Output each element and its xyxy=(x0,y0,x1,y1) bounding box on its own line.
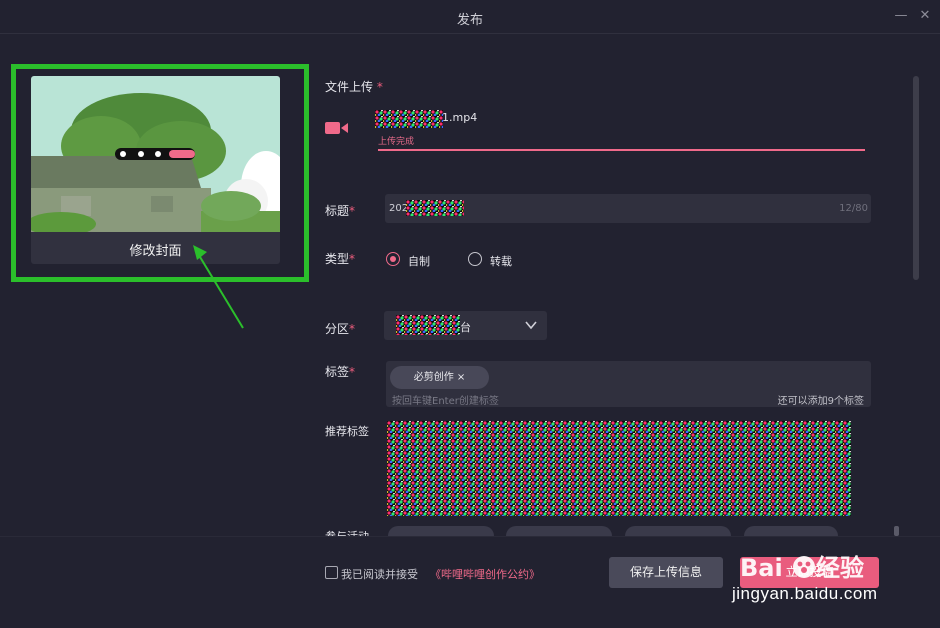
upload-progress-bar xyxy=(378,149,865,151)
cover-card[interactable]: 修改封面 xyxy=(31,76,280,264)
svg-text:经验: 经验 xyxy=(816,554,864,582)
type-label: 类型* xyxy=(325,252,356,266)
save-upload-info-button[interactable]: 保存上传信息 xyxy=(609,557,723,588)
redacted-filename-mosaic xyxy=(375,110,443,128)
minimize-button[interactable]: — xyxy=(893,8,909,24)
tags-label: 标签* xyxy=(325,365,356,379)
category-label: 分区* xyxy=(325,322,356,336)
horizontal-scroll-thumb[interactable] xyxy=(894,526,899,536)
video-camera-icon xyxy=(325,122,348,134)
radio-self-made[interactable] xyxy=(386,252,400,266)
chevron-down-icon xyxy=(525,321,537,330)
tags-remaining-count: 还可以添加9个标签 xyxy=(777,396,864,407)
category-select[interactable]: 台 xyxy=(384,311,547,340)
recommended-tags-label: 推荐标签 xyxy=(325,425,369,438)
scrollbar-thumb[interactable] xyxy=(913,76,919,280)
radio-repost[interactable] xyxy=(468,252,482,266)
activity-list xyxy=(388,526,888,536)
redacted-recommended-tags-mosaic xyxy=(387,421,851,516)
agree-text: 我已阅读并接受 xyxy=(341,568,418,581)
redacted-title-mosaic xyxy=(406,200,464,216)
tags-input[interactable]: 必剪创作 × 按回车键Enter创建标签 还可以添加9个标签 xyxy=(386,361,871,407)
redacted-category-mosaic xyxy=(396,315,460,335)
cover-thumbnail xyxy=(31,76,280,232)
svg-text:Bai: Bai xyxy=(740,554,783,582)
tags-hint: 按回车键Enter创建标签 xyxy=(392,396,499,407)
upload-label: 文件上传 * xyxy=(325,80,383,94)
footer-divider xyxy=(0,536,940,537)
annotation-arrow xyxy=(193,245,244,329)
title-bar: 发布 — ✕ xyxy=(0,0,940,34)
activity-pill[interactable] xyxy=(625,526,731,536)
tag-chip[interactable]: 必剪创作 × xyxy=(390,366,489,389)
title-input[interactable]: 202 12/80 xyxy=(385,194,871,223)
upload-status-text: 上传完成 xyxy=(378,137,415,147)
title-char-count: 12/80 xyxy=(839,203,868,214)
file-name-text: 1.mp4 xyxy=(442,111,478,124)
title-label: 标题* xyxy=(325,204,356,218)
window-title: 发布 xyxy=(456,13,483,28)
radio-repost-label: 转载 xyxy=(490,255,512,268)
watermark-url: jingyan.baidu.com xyxy=(732,584,878,603)
category-value-text: 台 xyxy=(460,321,471,334)
activity-pill[interactable] xyxy=(388,526,494,536)
close-button[interactable]: ✕ xyxy=(917,8,933,24)
activity-pill[interactable] xyxy=(506,526,612,536)
creator-convention-link[interactable]: 《哔哩哔哩创作公约》 xyxy=(430,566,540,582)
activity-pill[interactable] xyxy=(744,526,838,536)
agree-checkbox[interactable] xyxy=(325,566,338,579)
radio-self-made-label: 自制 xyxy=(408,255,430,268)
